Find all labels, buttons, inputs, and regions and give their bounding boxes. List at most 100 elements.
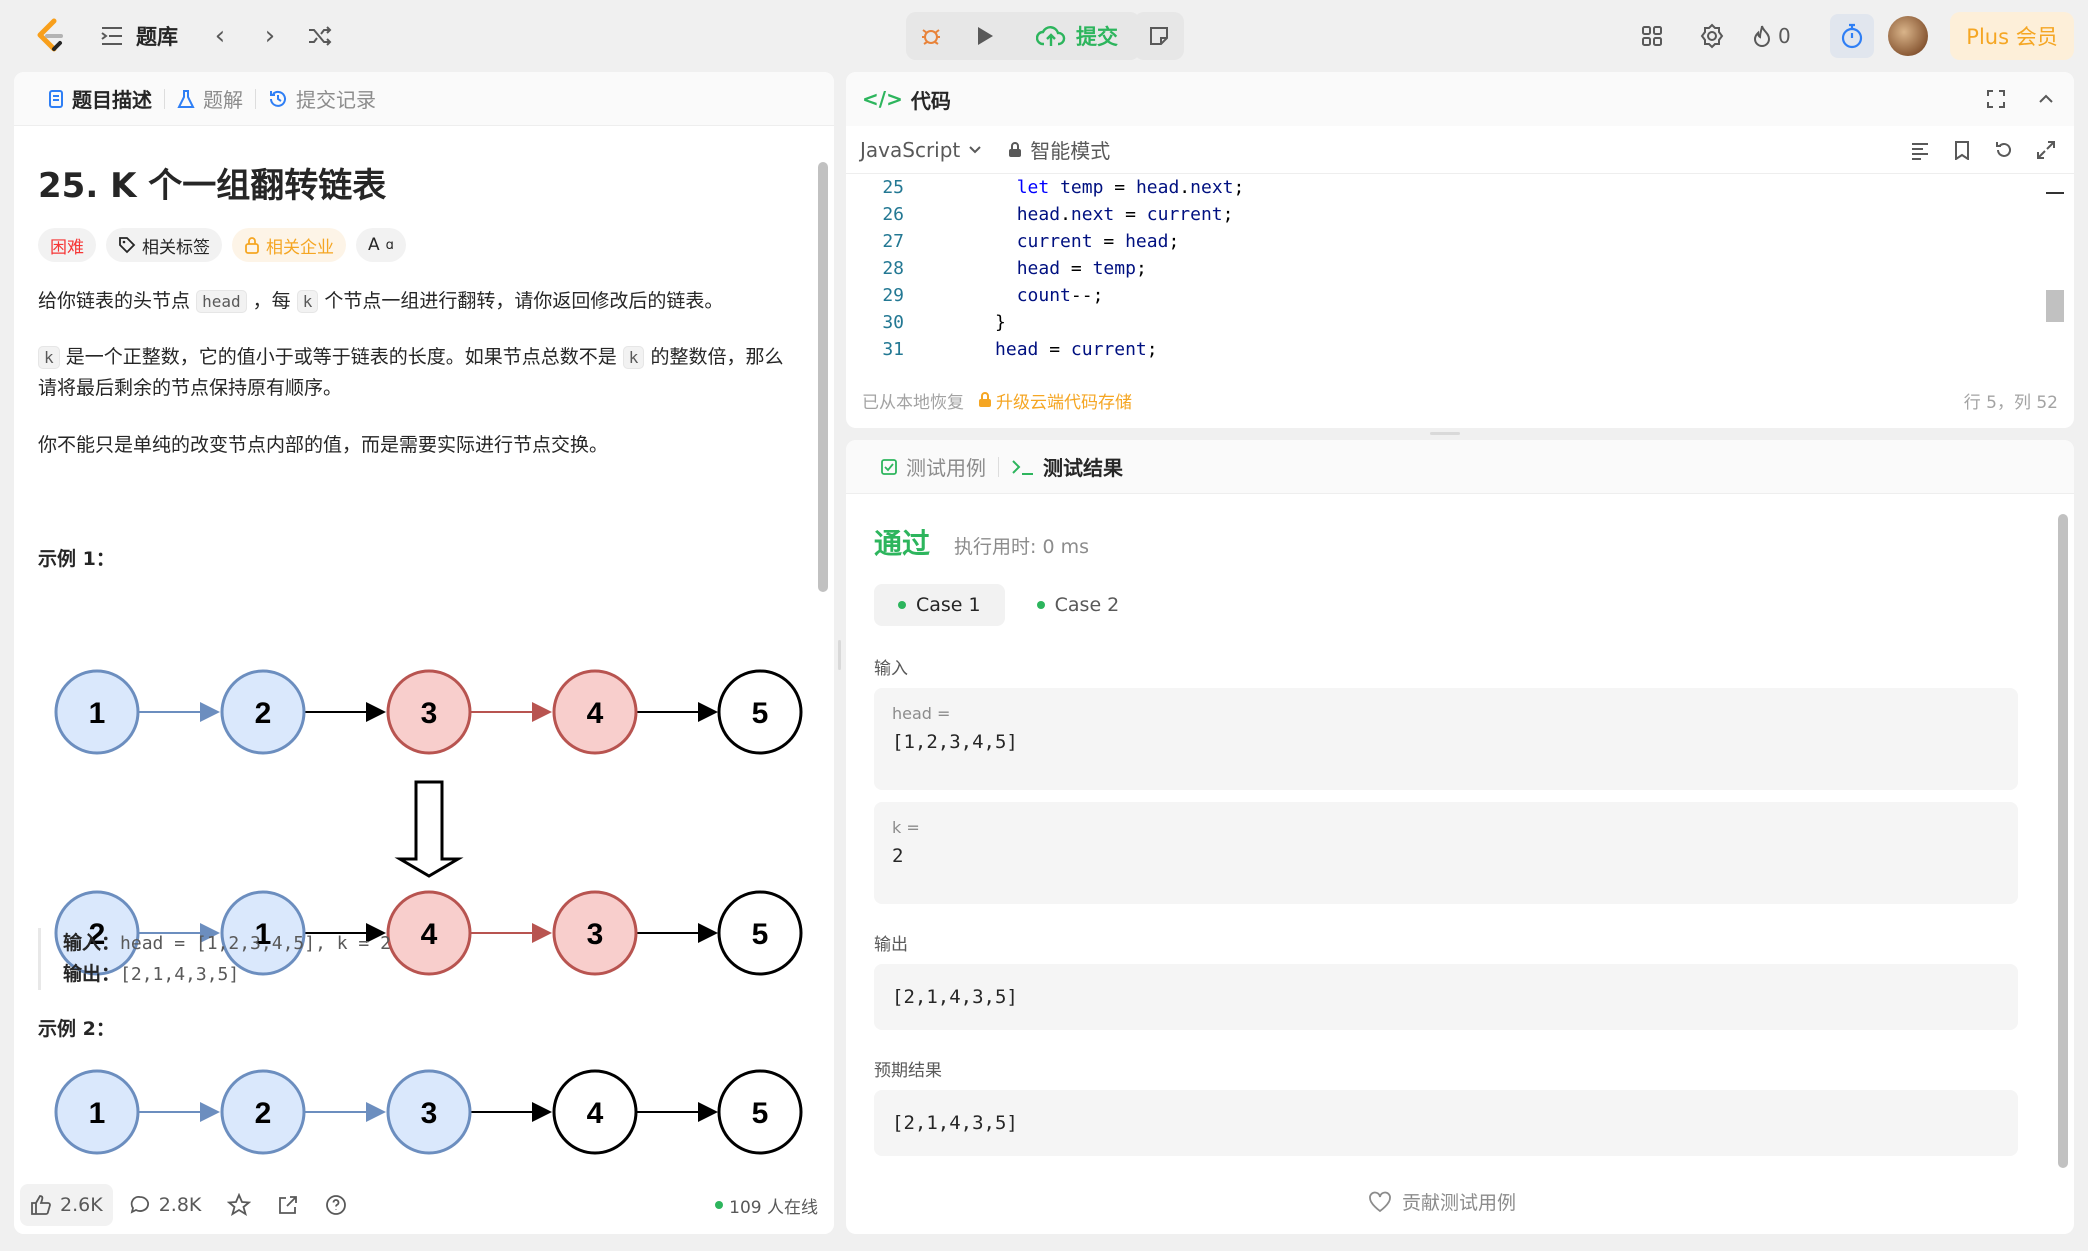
shuffle-icon[interactable] — [302, 18, 338, 54]
translate-button[interactable]: Aɑ — [356, 228, 406, 262]
node-label: 1 — [89, 1097, 106, 1130]
description-scrollbar[interactable] — [818, 132, 828, 1172]
online-label: 109 人在线 — [729, 1197, 818, 1218]
expected-section-label: 预期结果 — [874, 1061, 942, 1081]
checkbox-icon — [881, 458, 897, 475]
cloud-upload-icon — [1036, 26, 1066, 46]
inline-code: k — [296, 290, 319, 313]
related-companies-button[interactable]: 相关企业 — [232, 228, 346, 262]
prev-problem-icon[interactable]: ‹ — [202, 18, 238, 54]
heart-icon — [1369, 1191, 1391, 1212]
cursor-position: 行 5，列 52 — [1963, 392, 2058, 413]
node: 5 — [717, 669, 803, 755]
timer-icon[interactable] — [1830, 14, 1874, 58]
related-tags-button[interactable]: 相关标签 — [106, 228, 222, 262]
play-icon — [978, 27, 993, 45]
tab-submissions[interactable]: 提交记录 — [256, 84, 388, 113]
list-icon — [101, 27, 122, 45]
layout-grid-icon[interactable] — [1632, 16, 1672, 56]
next-problem-icon[interactable]: › — [252, 18, 288, 54]
head-label: head = — [892, 704, 951, 723]
like-button[interactable]: 2.6K — [20, 1184, 113, 1226]
problem-list-button[interactable]: 题库 — [100, 16, 178, 56]
leetcode-logo-icon[interactable] — [30, 14, 70, 58]
code-panel: </> 代码 JavaScript 智能模式 25 let temp = hea… — [846, 72, 2074, 428]
code-text: count--; — [1016, 285, 1104, 306]
star-icon — [227, 1193, 252, 1216]
smart-mode-toggle[interactable]: 智能模式 — [1008, 135, 1110, 164]
help-button[interactable] — [315, 1184, 357, 1226]
contribute-label: 贡献测试用例 — [1402, 1192, 1517, 1214]
code-line[interactable]: 26 head.next = current; — [846, 201, 2066, 228]
example-2-title: 示例 2： — [38, 1018, 115, 1040]
note-icon — [1150, 27, 1168, 45]
settings-gear-icon[interactable] — [1692, 16, 1732, 56]
node: 3 — [386, 1069, 472, 1155]
language-select[interactable]: JavaScript — [860, 138, 982, 162]
case-tab-2[interactable]: Case 2 — [1013, 584, 1144, 626]
collapse-chevron-icon[interactable] — [2036, 89, 2056, 109]
line-number: 25 — [882, 177, 904, 198]
comments-button[interactable]: 2.8K — [119, 1184, 212, 1226]
streak-counter[interactable]: 0 — [1752, 18, 1791, 54]
tab-testcases[interactable]: 测试用例 — [868, 452, 998, 481]
bookmark-icon[interactable] — [1952, 140, 1972, 160]
case-tabs: Case 1 Case 2 — [874, 584, 1143, 626]
horizontal-resize-handle[interactable] — [838, 640, 841, 670]
result-summary: 通过 执行用时: 0 ms — [874, 522, 1089, 562]
inline-code: k — [38, 346, 60, 369]
node-label: 5 — [752, 1097, 769, 1130]
online-dot — [715, 1201, 724, 1209]
description-scroll-thumb[interactable] — [818, 162, 828, 592]
terminal-icon — [1012, 459, 1033, 475]
lock-icon — [979, 392, 991, 407]
code-scroll-thumb[interactable] — [2046, 290, 2064, 322]
upgrade-storage-link[interactable]: 升级云端代码存储 — [978, 388, 1132, 413]
expand-icon[interactable] — [2036, 140, 2056, 160]
favorite-button[interactable] — [217, 1184, 261, 1226]
language-label: JavaScript — [860, 137, 961, 162]
transform-arrow — [394, 780, 464, 878]
format-icon[interactable] — [1910, 140, 1930, 160]
plus-membership-button[interactable]: Plus 会员 — [1950, 12, 2074, 60]
contribute-testcase-button[interactable]: 贡献测试用例 — [1368, 1188, 1516, 1215]
history-icon — [270, 90, 286, 107]
code-line[interactable]: 30 } — [846, 309, 2066, 336]
notes-button[interactable] — [1134, 12, 1184, 60]
code-toolbar: JavaScript 智能模式 — [846, 126, 2074, 174]
code-line[interactable]: 29 count--; — [846, 282, 2066, 309]
node-label: 3 — [421, 1097, 438, 1130]
code-line[interactable]: 27 current = head; — [846, 228, 2066, 255]
test-scroll-thumb[interactable] — [2058, 514, 2068, 1168]
desc-text: 个节点一组进行翻转，请你返回修改后的链表。 — [324, 290, 724, 312]
submit-button[interactable]: 提交 — [1014, 12, 1140, 60]
code-text: } — [995, 312, 1006, 333]
code-line[interactable]: 28 head = temp; — [846, 255, 2066, 282]
code-line[interactable]: 31 head = current; — [846, 336, 2066, 363]
maximize-icon[interactable] — [1986, 89, 2006, 109]
tab-test-result[interactable]: 测试结果 — [999, 452, 1135, 481]
output-label: 输出： — [63, 963, 121, 985]
translate-icon-sub: ɑ — [385, 237, 394, 253]
test-scrollbar[interactable] — [2058, 496, 2068, 1216]
tab-solutions[interactable]: 题解 — [165, 84, 255, 113]
code-editor[interactable]: 25 let temp = head.next; 26 head.next = c… — [846, 174, 2066, 370]
reset-icon[interactable] — [1994, 140, 2014, 160]
case-pass-dot — [1036, 601, 1045, 609]
node-label: 4 — [587, 697, 604, 730]
case-pass-dot — [898, 601, 906, 609]
run-button[interactable] — [960, 12, 1010, 60]
smart-mode-label: 智能模式 — [1030, 139, 1111, 163]
avatar[interactable] — [1888, 16, 1928, 56]
tab-test-result-label: 测试结果 — [1043, 456, 1123, 480]
overview-ruler-mark — [2046, 192, 2064, 194]
line-number: 28 — [882, 258, 904, 279]
restored-status: 已从本地恢复 — [862, 392, 964, 413]
related-tags-label: 相关标签 — [142, 237, 210, 258]
vertical-resize-handle[interactable] — [1430, 432, 1460, 435]
tab-description[interactable]: 题目描述 — [36, 84, 164, 113]
debug-icon[interactable] — [906, 12, 956, 60]
case-tab-1[interactable]: Case 1 — [874, 584, 1005, 626]
share-button[interactable] — [267, 1184, 309, 1226]
code-line[interactable]: 25 let temp = head.next; — [846, 174, 2066, 201]
